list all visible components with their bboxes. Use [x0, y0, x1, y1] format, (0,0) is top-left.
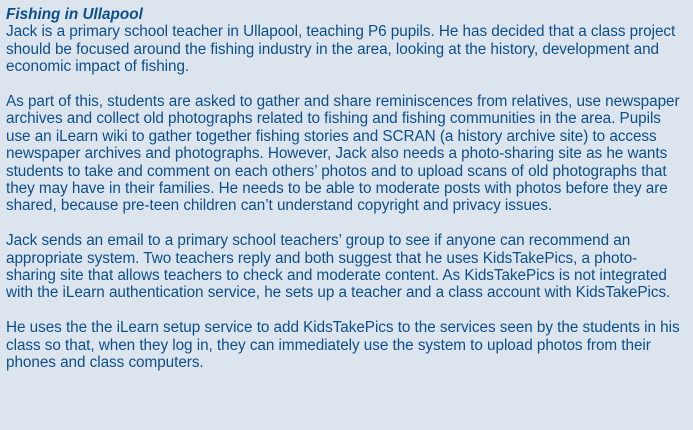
- paragraph-project-activities: As part of this, students are asked to g…: [6, 93, 680, 215]
- paragraph-system-selection: Jack sends an email to a primary school …: [6, 232, 671, 302]
- document-title: Fishing in Ullapool: [6, 6, 143, 23]
- paragraph-intro: Jack is a primary school teacher in Ulla…: [6, 23, 676, 76]
- document-page: Fishing in Ullapool Jack is a primary sc…: [0, 0, 693, 430]
- paragraph-setup: He uses the the iLearn setup service to …: [6, 319, 680, 372]
